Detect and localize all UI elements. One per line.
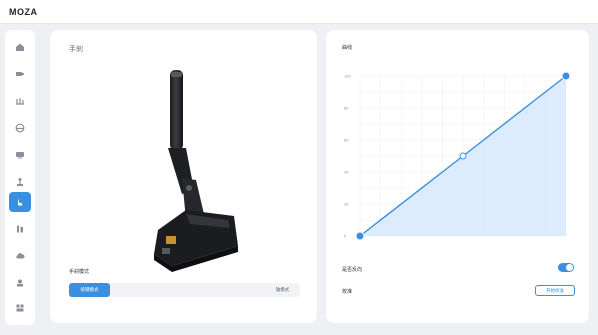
y-tick-label: 60: [344, 139, 348, 143]
steering-base-icon: [16, 72, 24, 76]
reverse-toggle[interactable]: [558, 263, 574, 272]
y-tick-label: 100: [344, 75, 351, 79]
curve-control-point[interactable]: [459, 152, 467, 160]
sidebar-item-cloud[interactable]: [9, 246, 31, 266]
calibration-label: 校准: [342, 289, 353, 295]
home-icon: [16, 43, 24, 51]
curve-title: 曲线: [342, 45, 353, 51]
toggle-knob: [566, 264, 573, 271]
handbrake-icon: [18, 198, 23, 206]
sidebar-item-sequential[interactable]: [9, 219, 31, 239]
sidebar-item-wheel[interactable]: [9, 118, 31, 138]
dashboard-icon: [16, 152, 24, 159]
mode-axis-mode[interactable]: 轴模式: [265, 283, 300, 297]
y-tick-label: 20: [344, 203, 348, 207]
app-logo: MOZA: [9, 7, 38, 17]
y-tick-label: 80: [344, 107, 348, 111]
sidebar-item-steering-base[interactable]: [9, 64, 31, 84]
wheel-icon: [15, 123, 25, 133]
sidebar: [5, 30, 35, 325]
start-calibration-button[interactable]: 开始校准: [535, 285, 575, 296]
cloud-icon: [16, 253, 25, 259]
sidebar-item-shifter[interactable]: [9, 172, 31, 192]
hub-icon: [17, 279, 23, 287]
handbrake-mode-label: 手刹模式: [69, 269, 90, 275]
sidebar-item-hub[interactable]: [9, 273, 31, 293]
handbrake-device-image: [154, 70, 238, 272]
reverse-label: 是否反向: [342, 267, 363, 273]
mode-button-mode[interactable]: 按键模式: [69, 283, 110, 297]
sidebar-item-settings[interactable]: [9, 298, 31, 318]
panel-title: 手刹: [69, 45, 83, 53]
sidebar-item-handbrake[interactable]: [9, 192, 31, 212]
sidebar-item-dashboard[interactable]: [9, 145, 31, 165]
curve-panel: 曲线 100 80 60 40 20 0 是否反向 校准 开始校准: [326, 30, 589, 323]
curve-control-point[interactable]: [355, 231, 365, 241]
settings-icon: [16, 304, 24, 312]
sequential-icon: [17, 225, 23, 233]
y-tick-label: 0: [344, 235, 346, 239]
curve-control-point[interactable]: [561, 71, 571, 81]
sidebar-item-pedals[interactable]: [9, 91, 31, 111]
handbrake-mode-selector: 按键模式 轴模式: [69, 283, 300, 297]
curve-chart: 100 80 60 40 20 0: [344, 71, 571, 241]
title-bar: MOZA: [0, 0, 598, 24]
shifter-icon: [17, 178, 23, 186]
pedals-icon: [16, 98, 24, 105]
y-tick-label: 40: [344, 171, 348, 175]
handbrake-panel: 手刹 手刹模式 按键模式 轴模式: [50, 30, 317, 323]
sidebar-item-home[interactable]: [9, 37, 31, 57]
curve-y-ticks: 100 80 60 40 20 0: [344, 75, 351, 239]
